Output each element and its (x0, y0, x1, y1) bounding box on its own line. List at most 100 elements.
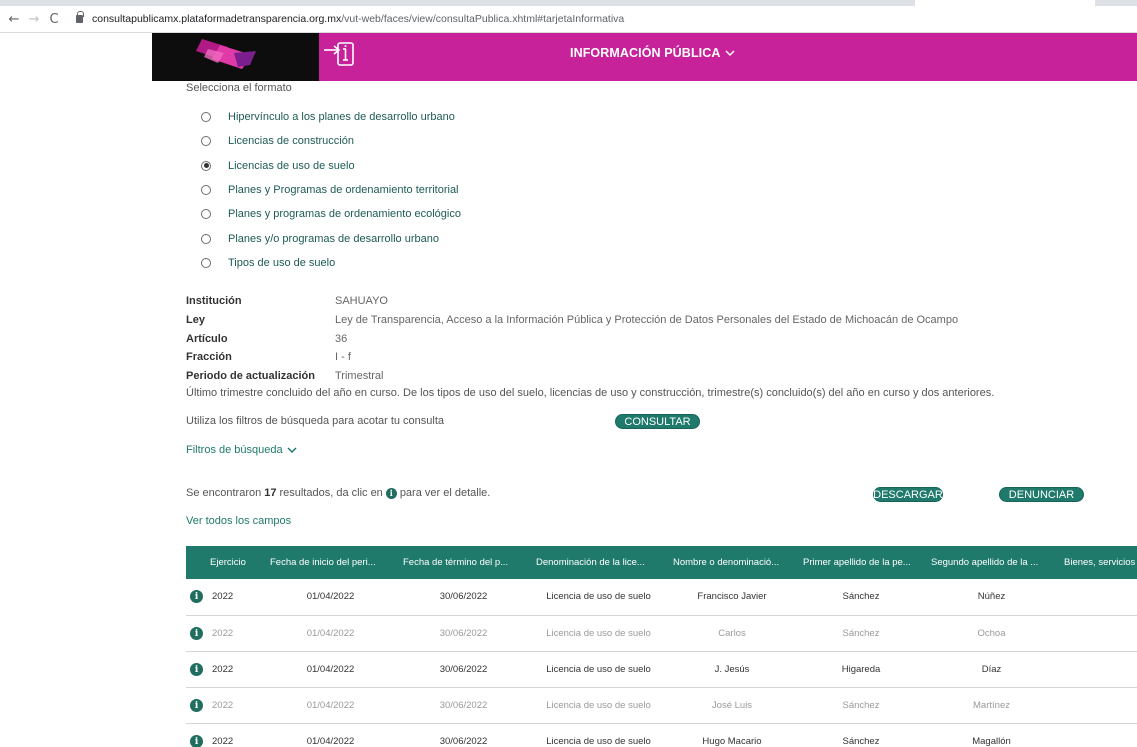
format-option-label[interactable]: Licencias de uso de suelo (228, 160, 355, 172)
reload-icon[interactable]: C (44, 12, 64, 27)
info-value: Ley de Transparencia, Acceso a la Inform… (335, 314, 959, 327)
cell-apellido1: Sánchez (797, 723, 925, 747)
cell-denominacion: Licencia de uso de suelo (530, 651, 667, 688)
format-option-label[interactable]: Hipervínculo a los planes de desarrollo … (228, 111, 455, 123)
cell-bienes (1058, 651, 1137, 688)
back-arrow-icon[interactable]: ← (4, 12, 24, 27)
table-row: i 2022 01/04/2022 30/06/2022 Licencia de… (186, 651, 1137, 688)
format-option[interactable]: Planes y/o programas de desarrollo urban… (201, 226, 461, 250)
row-info-icon[interactable]: i (190, 734, 203, 747)
url-field[interactable]: consultapublicamx.plataformadetransparen… (92, 13, 624, 25)
cell-apellido1: Sánchez (797, 687, 925, 724)
format-option-label[interactable]: Tipos de uso de suelo (228, 257, 335, 269)
cell-termino: 30/06/2022 (397, 651, 530, 688)
info-row-periodo: Periodo de actualización Trimestral (186, 367, 1126, 386)
cell-bienes (1058, 723, 1137, 747)
info-row-fraccion: Fracción I - f (186, 348, 1126, 367)
info-value: Trimestral (335, 370, 384, 383)
cell-bienes (1058, 579, 1137, 616)
format-section-title: Selecciona el formato (186, 82, 292, 94)
format-radio-group: Hipervínculo a los planes de desarrollo … (201, 105, 461, 275)
cell-ejercicio: 2022 (204, 579, 264, 616)
row-info-icon[interactable]: i (190, 626, 203, 640)
format-option-label[interactable]: Planes y programas de ordenamiento ecoló… (228, 208, 461, 220)
info-value: I - f (335, 351, 351, 364)
cell-apellido2: Díaz (925, 651, 1058, 688)
column-header[interactable]: Segundo apellido de la ... (925, 546, 1058, 579)
column-header[interactable]: Fecha de inicio del peri... (264, 546, 397, 579)
format-option[interactable]: Planes y programas de ordenamiento ecoló… (201, 202, 461, 226)
radio-button[interactable] (201, 112, 211, 123)
cell-denominacion: Licencia de uso de suelo (530, 579, 667, 616)
cell-apellido2: Núñez (925, 579, 1058, 616)
format-option-label[interactable]: Planes y Programas de ordenamiento terri… (228, 184, 459, 196)
cell-inicio: 01/04/2022 (264, 651, 397, 688)
cell-denominacion: Licencia de uso de suelo (530, 687, 667, 724)
forward-arrow-icon[interactable]: → (24, 12, 44, 27)
format-option-label[interactable]: Planes y/o programas de desarrollo urban… (228, 233, 439, 245)
lock-icon[interactable] (76, 11, 84, 23)
public-info-menu[interactable]: INFORMACIÓN PÚBLICA (570, 46, 735, 60)
info-value: 36 (335, 332, 348, 345)
format-option[interactable]: Licencias de uso de suelo (201, 154, 461, 178)
descargar-button[interactable]: DESCARGAR (873, 487, 943, 502)
search-filters-toggle[interactable]: Filtros de búsqueda (186, 444, 297, 456)
cell-apellido1: Sánchez (797, 615, 925, 652)
radio-button[interactable] (201, 209, 211, 220)
info-panel-toggle[interactable] (319, 33, 367, 81)
cell-ejercicio: 2022 (204, 651, 264, 688)
chevron-down-icon (724, 49, 735, 56)
info-row-institucion: Institución SAHUAYO (186, 292, 1126, 311)
logo-mark-icon (196, 39, 256, 69)
cell-termino: 30/06/2022 (397, 687, 530, 724)
cell-nombre: José Luis (667, 687, 797, 724)
cell-inicio: 01/04/2022 (264, 615, 397, 652)
radio-button[interactable] (201, 185, 211, 196)
results-summary: Se encontraron 17 resultados, da clic en… (186, 487, 490, 499)
radio-button-selected[interactable] (201, 160, 211, 171)
platform-logo[interactable] (152, 33, 319, 81)
cell-nombre: Francisco Javier (667, 579, 797, 616)
column-header[interactable]: Fecha de término del p... (397, 546, 530, 579)
table-header-row: Ejercicio Fecha de inicio del peri... Fe… (186, 546, 1137, 579)
radio-button[interactable] (201, 136, 211, 147)
row-info-icon[interactable]: i (190, 590, 203, 604)
cell-termino: 30/06/2022 (397, 615, 530, 652)
cell-apellido1: Sánchez (797, 579, 925, 616)
cell-termino: 30/06/2022 (397, 723, 530, 747)
view-all-fields-link[interactable]: Ver todos los campos (186, 515, 291, 527)
radio-button[interactable] (201, 233, 211, 244)
info-row-ley: Ley Ley de Transparencia, Acceso a la Inf… (186, 311, 1126, 330)
cell-apellido2: Magallón (925, 723, 1058, 747)
column-header (186, 546, 204, 579)
cell-bienes (1058, 687, 1137, 724)
row-detail-cell: i (186, 723, 204, 747)
column-header[interactable]: Primer apellido de la pe... (797, 546, 925, 579)
info-key: Fracción (186, 351, 232, 364)
consultar-button[interactable]: CONSULTAR (615, 414, 700, 429)
cell-ejercicio: 2022 (204, 615, 264, 652)
format-option-label[interactable]: Licencias de construcción (228, 135, 354, 147)
format-option[interactable]: Hipervínculo a los planes de desarrollo … (201, 105, 461, 129)
cell-termino: 30/06/2022 (397, 579, 530, 616)
cell-denominacion: Licencia de uso de suelo (530, 723, 667, 747)
column-header[interactable]: Denominación de la lice... (530, 546, 667, 579)
format-option[interactable]: Planes y Programas de ordenamiento terri… (201, 178, 461, 202)
format-option[interactable]: Licencias de construcción (201, 129, 461, 153)
cell-apellido2: Martínez (925, 687, 1058, 724)
radio-button[interactable] (201, 257, 211, 268)
filters-hint: Utiliza los filtros de búsqueda para aco… (186, 415, 445, 427)
results-count: 17 (264, 487, 277, 499)
row-info-icon[interactable]: i (190, 662, 203, 676)
denunciar-button[interactable]: DENUNCIAR (999, 487, 1084, 502)
row-info-icon[interactable]: i (190, 698, 203, 712)
cell-bienes (1058, 615, 1137, 652)
info-icon: i (385, 487, 397, 499)
header-title: INFORMACIÓN PÚBLICA (570, 46, 721, 60)
cell-denominacion: Licencia de uso de suelo (530, 615, 667, 652)
column-header[interactable]: Bienes, servicios (1058, 546, 1137, 579)
column-header[interactable]: Nombre o denominació... (667, 546, 797, 579)
column-header[interactable]: Ejercicio (204, 546, 264, 579)
row-detail-cell: i (186, 651, 204, 688)
format-option[interactable]: Tipos de uso de suelo (201, 251, 461, 275)
